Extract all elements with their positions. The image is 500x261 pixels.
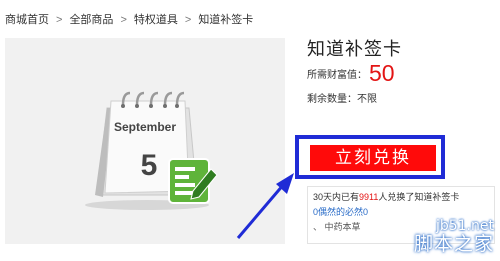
price-row: 所需财富值：50 bbox=[307, 60, 395, 87]
breadcrumb-separator: > bbox=[184, 14, 192, 26]
product-title: 知道补签卡 bbox=[307, 39, 402, 59]
redeem-count-prefix: 30天内已有 bbox=[313, 192, 360, 202]
breadcrumb-home[interactable]: 商城首页 bbox=[5, 11, 49, 27]
calendar-day: 5 bbox=[141, 149, 158, 182]
calendar-edit-icon: September 5 bbox=[85, 91, 218, 210]
breadcrumb-current: 知道补签卡 bbox=[198, 14, 254, 26]
breadcrumb-all-products[interactable]: 全部商品 bbox=[69, 11, 113, 27]
price-label: 所需财富值： bbox=[307, 70, 367, 81]
stock-label: 剩余数量：不限 bbox=[307, 94, 377, 105]
calendar-month: September bbox=[114, 120, 176, 134]
watermark: jb51.net 脚本之家 bbox=[360, 213, 500, 261]
redeem-button[interactable]: 立刻兑换 bbox=[310, 145, 436, 171]
watermark-name: 脚本之家 bbox=[413, 234, 494, 255]
breadcrumb-separator: > bbox=[120, 14, 127, 26]
redeem-count-line: 30天内已有9911人兑换了知道补签卡 bbox=[313, 190, 489, 205]
breadcrumb: 商城首页 > 全部商品 > 特权道具 > 知道补签卡 bbox=[5, 11, 253, 27]
price-value: 50 bbox=[369, 60, 395, 86]
redeem-count-suffix: 人兑换了知道补签卡 bbox=[378, 192, 460, 202]
arrow-annotation bbox=[236, 173, 294, 239]
redeem-count: 9911 bbox=[359, 192, 379, 202]
breadcrumb-separator: > bbox=[56, 14, 63, 26]
breadcrumb-privilege-items[interactable]: 特权道具 bbox=[134, 11, 178, 27]
